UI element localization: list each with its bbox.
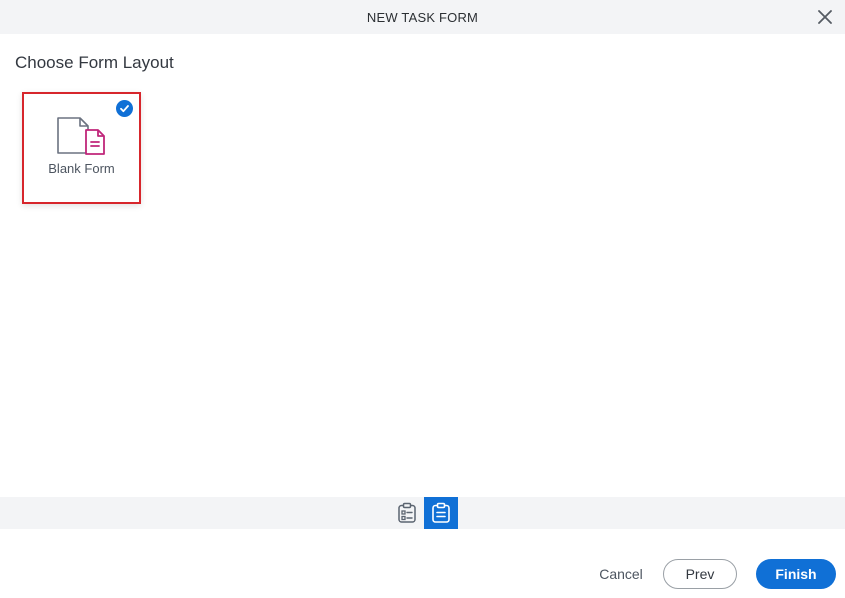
selected-check-badge [116, 100, 133, 117]
layout-card-label: Blank Form [48, 161, 115, 176]
checklist-clipboard-icon [398, 502, 416, 523]
wizard-step-bar [0, 497, 845, 529]
layout-card-blank-form[interactable]: Blank Form [22, 92, 141, 204]
prev-button[interactable]: Prev [663, 559, 737, 589]
step-checklist[interactable] [390, 497, 424, 529]
cancel-button[interactable]: Cancel [590, 559, 652, 589]
form-clipboard-icon [432, 502, 450, 523]
blank-form-icon [57, 117, 105, 155]
close-icon [818, 10, 832, 24]
dialog-title: NEW TASK FORM [366, 9, 479, 25]
finish-button[interactable]: Finish [756, 559, 836, 589]
checkmark-icon [120, 105, 129, 113]
close-button[interactable] [815, 7, 835, 27]
page-title: Choose Form Layout [15, 53, 174, 72]
new-task-form-dialog: NEW TASK FORM Choose Form Layout Blank F… [0, 0, 845, 598]
step-form[interactable] [424, 497, 458, 529]
dialog-title-bar: NEW TASK FORM [0, 0, 845, 34]
